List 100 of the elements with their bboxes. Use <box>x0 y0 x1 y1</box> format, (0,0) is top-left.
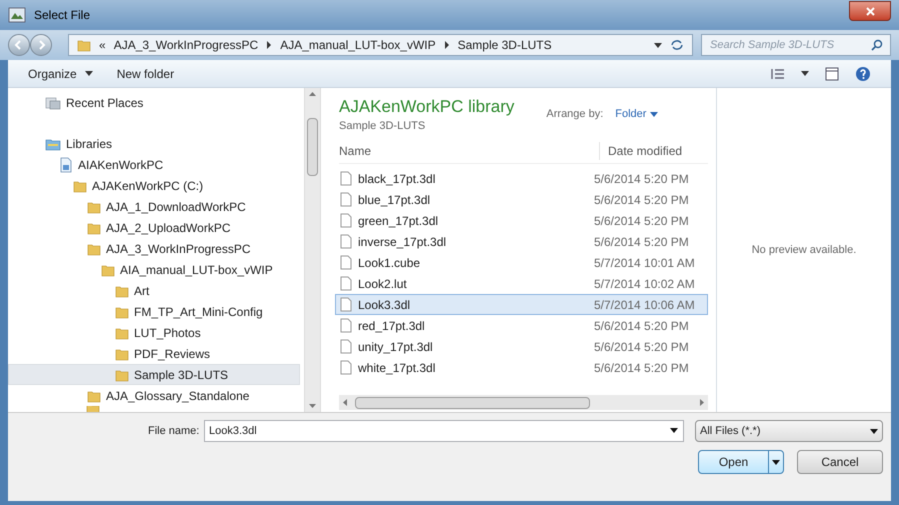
window-title: Select File <box>34 7 90 24</box>
tree-item[interactable]: AJA_1_DownloadWorkPC <box>8 196 300 217</box>
tree-item[interactable]: Recent Places <box>8 92 300 113</box>
cancel-button[interactable]: Cancel <box>797 450 883 474</box>
file-icon <box>340 276 352 291</box>
file-date: 5/6/2014 5:20 PM <box>594 338 689 356</box>
file-name: Look2.lut <box>358 276 408 292</box>
column-header[interactable]: Date modified <box>599 142 682 160</box>
preview-message: No preview available. <box>752 242 856 258</box>
tree-item[interactable]: PDF_Reviews <box>8 343 300 364</box>
close-button[interactable] <box>849 1 891 21</box>
toolbar-button[interactable]: Organize <box>28 64 93 82</box>
file-icon <box>340 339 352 354</box>
file-name-label: File name: <box>148 424 200 439</box>
breadcrumb-item[interactable]: AJA_manual_LUT-box_vWIP <box>280 36 436 54</box>
preview-pane-icon[interactable] <box>825 66 839 80</box>
caret-down-icon <box>654 42 662 48</box>
file-name: inverse_17pt.3dl <box>358 234 448 250</box>
file-date: 5/6/2014 5:20 PM <box>594 170 689 188</box>
column-header[interactable]: Name <box>339 142 599 160</box>
tree-item[interactable]: AIA_manual_LUT-box_vWIP <box>8 259 300 280</box>
folder-icon <box>87 220 101 234</box>
tree-item[interactable]: Libraries <box>8 133 300 154</box>
file-row[interactable]: unity_17pt.3dl 5/6/2014 5:20 PM <box>335 336 708 357</box>
caret-down-icon <box>650 112 658 117</box>
file-row[interactable]: blue_17pt.3dl 5/6/2014 5:20 PM <box>335 189 708 210</box>
tree-item[interactable]: AJA_3_WorkInProgressPC <box>8 238 300 259</box>
back-button[interactable] <box>8 34 30 56</box>
caret-down-icon <box>670 428 678 433</box>
folder-icon <box>115 304 129 318</box>
folder-icon <box>73 178 87 192</box>
file-date: 5/6/2014 5:20 PM <box>594 318 689 334</box>
library-title: AJAKenWorkPC library <box>339 96 514 118</box>
folder-icon <box>87 388 101 402</box>
file-date: 5/7/2014 10:02 AM <box>594 276 695 292</box>
tree-item[interactable]: AIAKenWorkPC <box>8 154 300 175</box>
file-row[interactable]: white_17pt.3dl 5/6/2014 5:20 PM <box>335 357 708 378</box>
file-icon <box>340 255 352 270</box>
toolbar-button[interactable]: New folder <box>116 64 174 82</box>
file-row[interactable]: Look1.cube 5/7/2014 10:01 AM <box>335 252 708 273</box>
view-options-icon[interactable] <box>771 68 785 80</box>
tree-item[interactable]: AJA_Glossary_Standalone <box>8 385 300 406</box>
scroll-right-icon <box>700 399 704 406</box>
chevron-right-icon <box>266 41 272 49</box>
file-name: red_17pt.3dl <box>358 318 426 334</box>
arrange-by-dropdown[interactable]: Folder <box>615 106 658 122</box>
file-date: 5/6/2014 5:20 PM <box>594 192 689 208</box>
file-row[interactable]: black_17pt.3dl 5/6/2014 5:20 PM <box>335 168 708 189</box>
file-icon <box>340 297 352 312</box>
file-date: 5/6/2014 5:20 PM <box>594 212 689 230</box>
forward-button[interactable] <box>30 34 52 56</box>
breadcrumb-item[interactable]: AJA_3_WorkInProgressPC <box>114 36 258 54</box>
file-row[interactable]: inverse_17pt.3dl 5/6/2014 5:20 PM <box>335 231 708 252</box>
file-icon <box>340 360 352 375</box>
file-row[interactable]: green_17pt.3dl 5/6/2014 5:20 PM <box>335 210 708 231</box>
file-name: Look3.3dl <box>358 296 412 314</box>
scrollbar-thumb[interactable] <box>307 118 318 176</box>
folder-icon <box>115 368 129 382</box>
close-icon <box>866 6 874 16</box>
file-name: green_17pt.3dl <box>358 212 440 230</box>
vertical-scrollbar[interactable] <box>304 88 321 412</box>
file-date: 5/6/2014 5:20 PM <box>594 360 689 376</box>
folder-icon <box>115 326 129 340</box>
scrollbar-thumb[interactable] <box>355 396 590 408</box>
horizontal-scrollbar[interactable] <box>339 395 708 410</box>
file-row[interactable]: red_17pt.3dl 5/6/2014 5:20 PM <box>335 315 708 336</box>
caret-down-icon <box>870 428 878 434</box>
address-bar[interactable]: « AJA_3_WorkInProgressPC AJA_manual_LUT-box_vWIP Sample 3D-LUTS <box>68 34 693 56</box>
file-icon <box>340 192 352 207</box>
breadcrumb-item[interactable]: Sample 3D-LUTS <box>458 36 552 54</box>
file-date: 5/7/2014 10:01 AM <box>594 254 695 272</box>
tree-item[interactable]: AJAKenWorkPC (C:) <box>8 175 300 196</box>
library-subtitle: Sample 3D-LUTS <box>339 119 426 134</box>
chevron-right-icon <box>444 41 450 49</box>
search-icon <box>871 39 883 51</box>
search-field[interactable]: Search Sample 3D-LUTS <box>701 34 891 56</box>
file-icon <box>340 318 352 333</box>
overflow-chevrons[interactable]: « <box>99 36 106 54</box>
folder-icon <box>77 38 91 52</box>
scroll-down-icon <box>309 404 316 408</box>
file-name: black_17pt.3dl <box>358 170 436 188</box>
tree-item[interactable]: LUT_Photos <box>8 322 300 343</box>
arrange-by-label: Arrange by: <box>546 107 604 122</box>
tree-item[interactable]: Art <box>8 280 300 301</box>
file-row[interactable]: Look2.lut 5/7/2014 10:02 AM <box>335 273 708 294</box>
open-button[interactable]: Open <box>698 450 784 474</box>
file-name-field[interactable]: Look3.3dl <box>204 420 684 442</box>
file-date: 5/6/2014 5:20 PM <box>594 234 689 250</box>
file-type-dropdown[interactable]: All Files (*.*) <box>695 420 883 442</box>
refresh-icon[interactable] <box>670 39 684 51</box>
tree-item[interactable]: AJA_2_UploadWorkPC <box>8 217 300 238</box>
file-name: unity_17pt.3dl <box>358 338 434 356</box>
folder-icon <box>87 200 101 214</box>
app-icon <box>8 7 26 23</box>
recent-places-icon <box>45 96 61 110</box>
tree-item[interactable]: FM_TP_Art_Mini-Config <box>8 301 300 322</box>
file-row[interactable]: Look3.3dl 5/7/2014 10:06 AM <box>335 294 708 315</box>
help-icon[interactable] <box>855 66 871 82</box>
tree-item[interactable]: Sample 3D-LUTS <box>8 364 300 385</box>
document-icon <box>59 156 73 172</box>
